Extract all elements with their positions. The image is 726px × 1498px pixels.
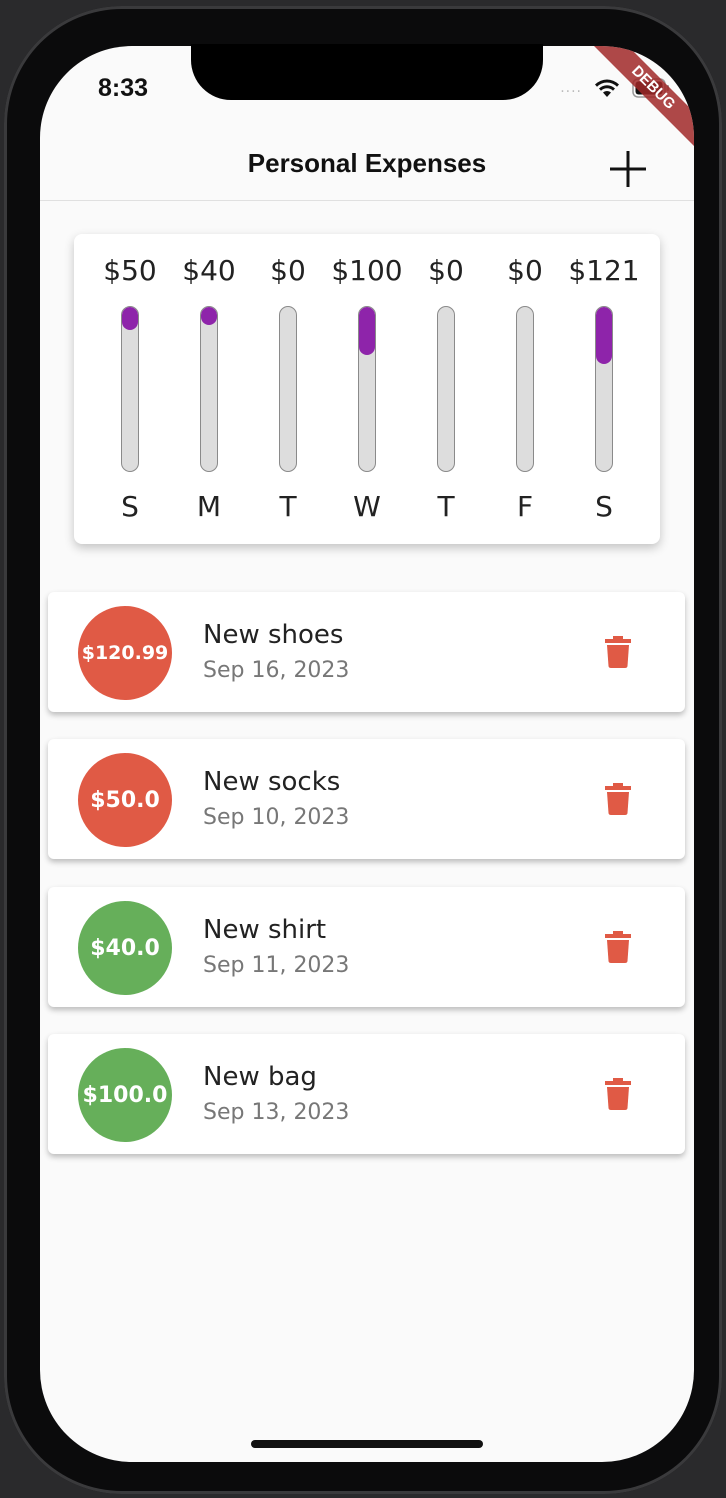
chart-bar-column: $0 F [485, 234, 565, 544]
transaction-date: Sep 16, 2023 [203, 658, 350, 683]
status-time: 8:33 [98, 74, 149, 102]
bar-track [516, 306, 534, 472]
bar-fill [596, 307, 612, 365]
signal-icon: .... [560, 80, 582, 96]
bar-track [595, 306, 613, 472]
amount-avatar: $40.0 [78, 901, 172, 995]
wifi-icon [594, 78, 620, 98]
delete-button[interactable] [598, 927, 638, 967]
amount-avatar: $120.99 [78, 606, 172, 700]
chart-bar-column: $100 W [327, 234, 407, 544]
bar-amount-label: $100 [331, 254, 403, 287]
bar-track [358, 306, 376, 472]
amount-avatar: $50.0 [78, 753, 172, 847]
amount-avatar: $100.0 [78, 1048, 172, 1142]
bar-amount-label: $0 [428, 254, 464, 287]
transaction-date: Sep 13, 2023 [203, 1100, 350, 1125]
bar-amount-label: $50 [103, 254, 157, 287]
chart-bar-column: $0 T [406, 234, 486, 544]
bar-day-label: W [353, 490, 381, 523]
bar-fill [359, 307, 375, 355]
transaction-item[interactable]: $100.0 New bag Sep 13, 2023 [48, 1034, 685, 1154]
transaction-date: Sep 11, 2023 [203, 953, 350, 978]
chart-bar-column: $121 S [564, 234, 644, 544]
bar-day-label: F [516, 490, 534, 523]
add-transaction-button[interactable] [588, 140, 668, 198]
transaction-date: Sep 10, 2023 [203, 805, 350, 830]
chart-bar-column: $0 T [248, 234, 328, 544]
weekly-chart: $50 S $40 M $0 T $100 W $0 T $0 F $121 S [74, 234, 660, 544]
bar-track [121, 306, 139, 472]
transaction-title: New socks [203, 767, 341, 797]
trash-icon [605, 931, 631, 963]
screen: 8:33 .... DEBUG Personal Expenses $50 S … [40, 46, 694, 1462]
delete-button[interactable] [598, 1074, 638, 1114]
transaction-item[interactable]: $50.0 New socks Sep 10, 2023 [48, 739, 685, 859]
bar-amount-label: $0 [507, 254, 543, 287]
transaction-title: New shoes [203, 620, 344, 650]
trash-icon [605, 636, 631, 668]
bar-fill [122, 307, 138, 330]
bar-track [437, 306, 455, 472]
transaction-item[interactable]: $40.0 New shirt Sep 11, 2023 [48, 887, 685, 1007]
chart-bar-column: $50 S [90, 234, 170, 544]
transaction-item[interactable]: $120.99 New shoes Sep 16, 2023 [48, 592, 685, 712]
bar-day-label: T [437, 490, 455, 523]
bar-day-label: T [279, 490, 297, 523]
transaction-title: New bag [203, 1062, 317, 1092]
bar-day-label: S [121, 490, 139, 523]
bar-amount-label: $121 [568, 254, 640, 287]
notch [191, 44, 543, 100]
delete-button[interactable] [598, 632, 638, 672]
bar-amount-label: $0 [270, 254, 306, 287]
chart-bar-column: $40 M [169, 234, 249, 544]
bar-track [279, 306, 297, 472]
bar-day-label: M [196, 490, 222, 523]
home-indicator[interactable] [251, 1440, 483, 1448]
plus-icon [610, 151, 646, 187]
bar-fill [201, 307, 217, 326]
app-bar: Personal Expenses [40, 140, 694, 201]
phone-frame: 8:33 .... DEBUG Personal Expenses $50 S … [4, 6, 722, 1494]
bar-day-label: S [595, 490, 613, 523]
transaction-title: New shirt [203, 915, 327, 945]
bar-amount-label: $40 [182, 254, 236, 287]
trash-icon [605, 1078, 631, 1110]
trash-icon [605, 783, 631, 815]
bar-track [200, 306, 218, 472]
delete-button[interactable] [598, 779, 638, 819]
